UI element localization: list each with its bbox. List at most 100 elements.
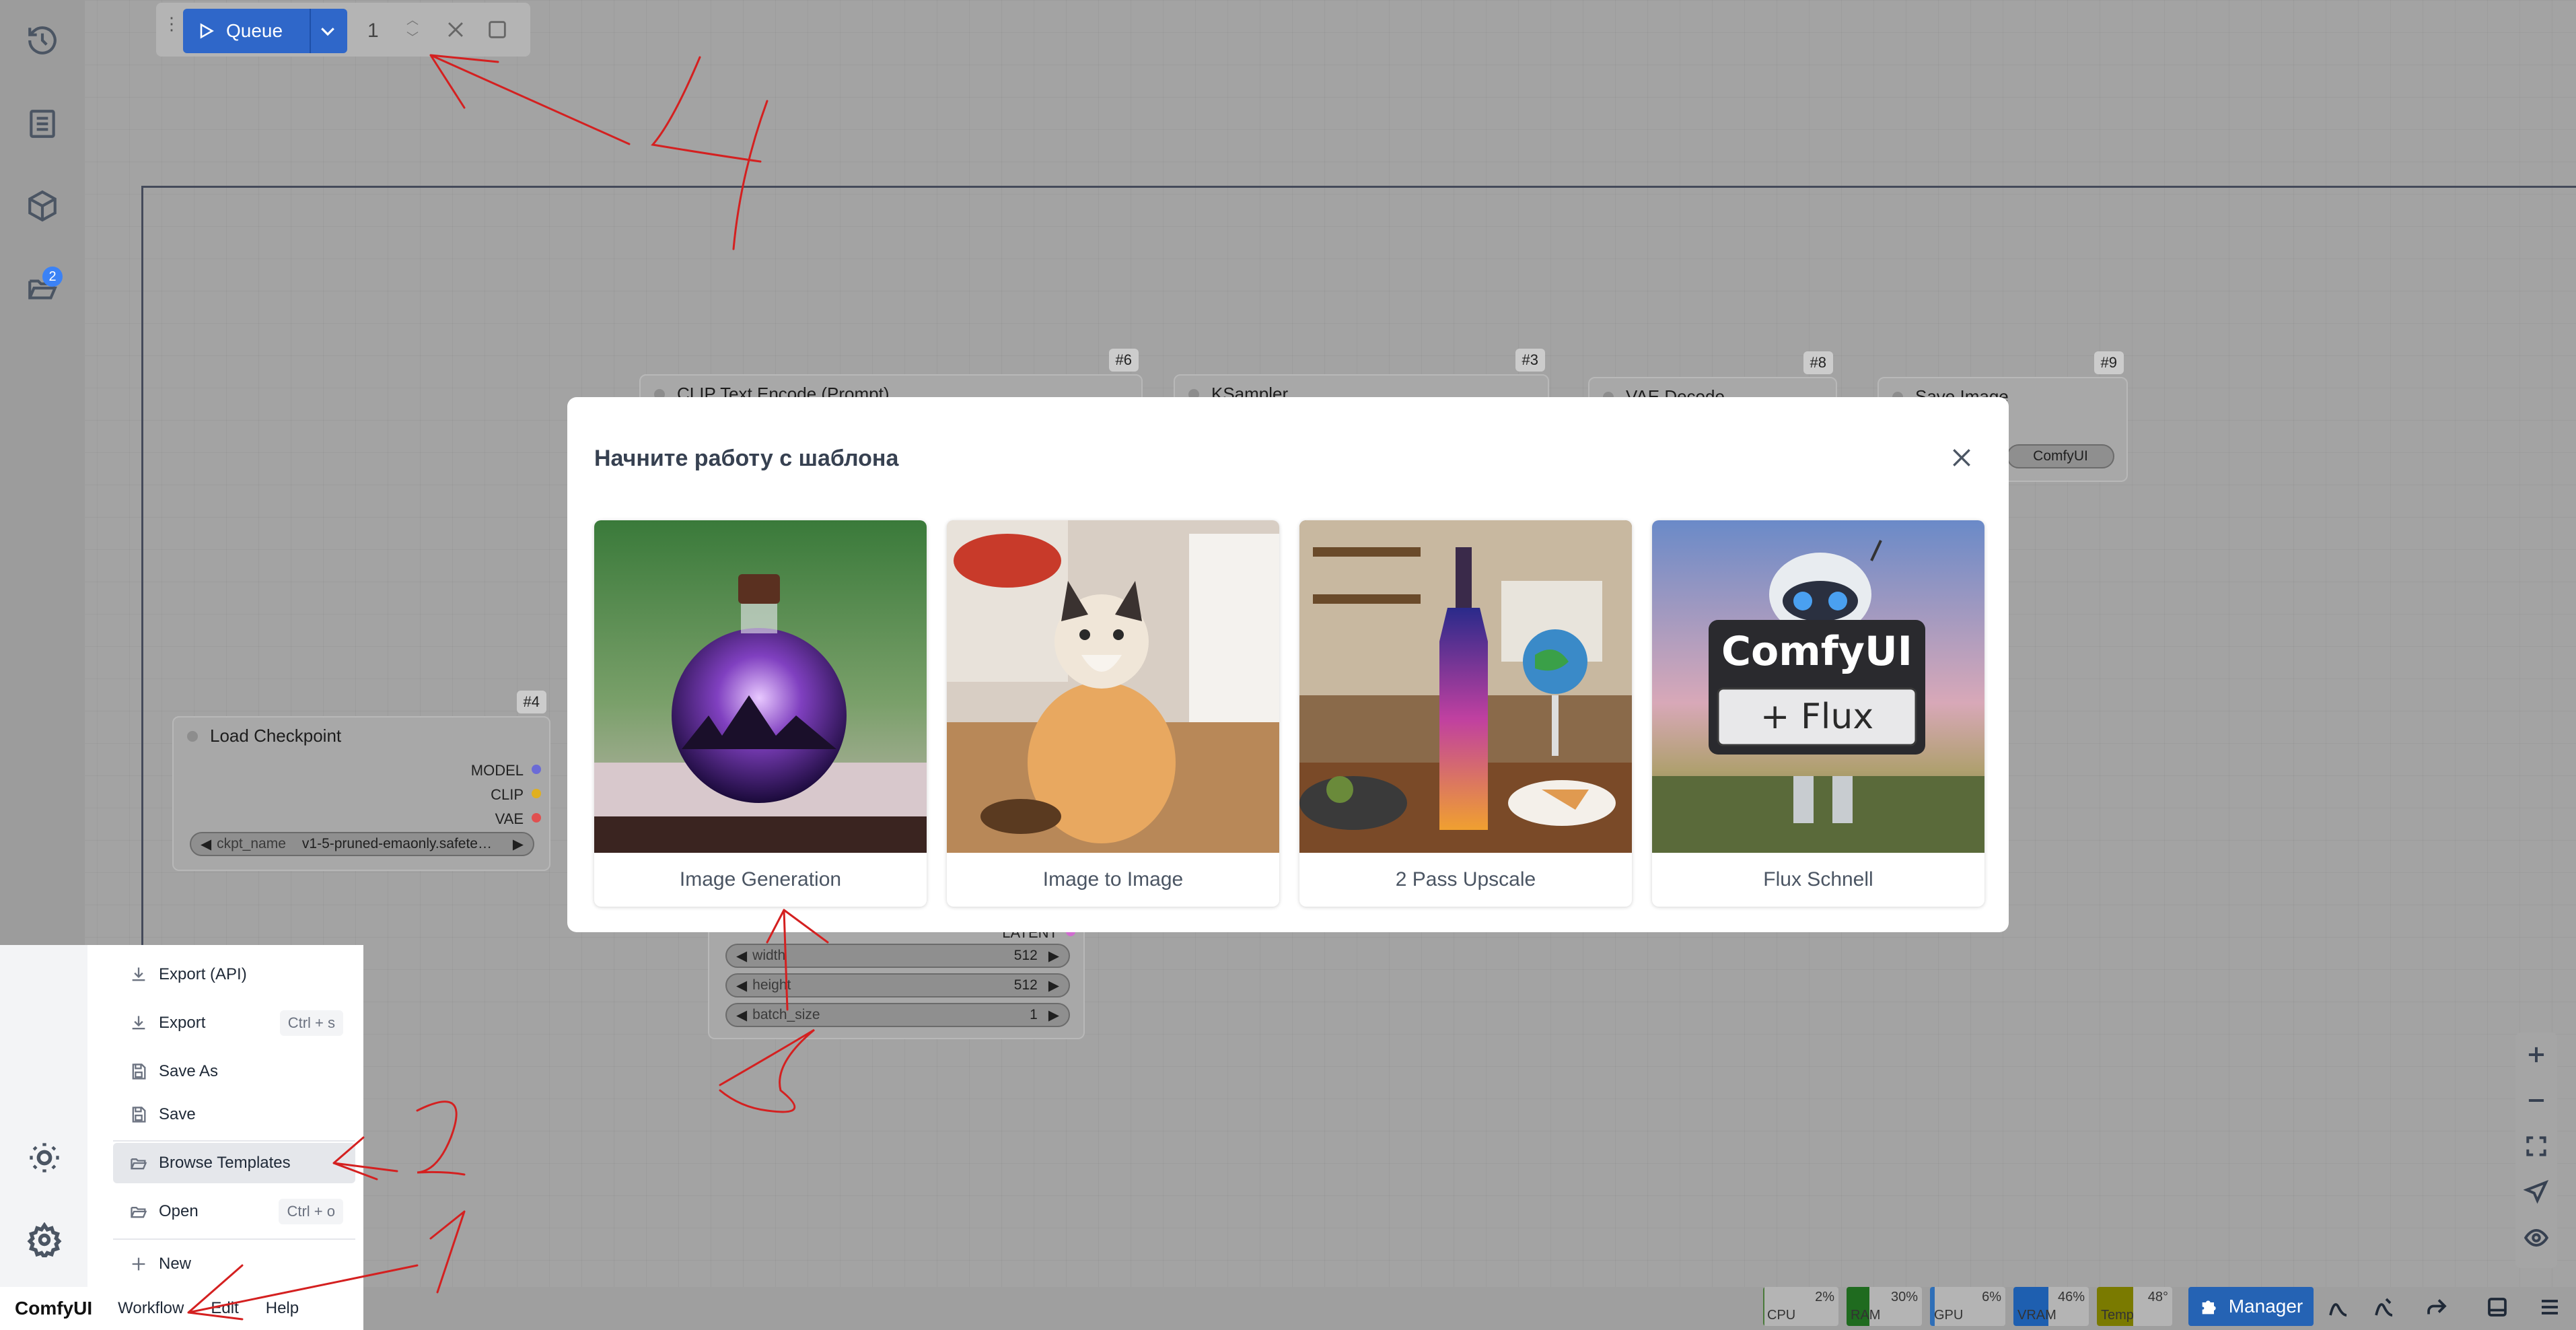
manager-button[interactable]: Manager xyxy=(2188,1287,2314,1326)
widget-value: 512 xyxy=(1013,948,1038,963)
history-icon xyxy=(28,26,57,55)
close-icon[interactable] xyxy=(1948,444,1975,471)
template-label: Image Generation xyxy=(679,868,842,890)
widget-arrow-right[interactable]: ▶ xyxy=(1048,1007,1059,1024)
folder-open-icon xyxy=(131,1158,147,1170)
queue-button[interactable]: Queue xyxy=(183,9,347,53)
menu-item-browse-templates[interactable]: Browse Templates xyxy=(113,1143,355,1183)
model-tool-button-2[interactable] xyxy=(2365,1288,2404,1326)
panel-icon xyxy=(2488,1298,2507,1317)
ram-label: RAM xyxy=(1851,1308,1881,1323)
queue-toolbar: ⋮ Queue 1 ︿ ﹀ xyxy=(156,3,530,57)
stop-icon[interactable] xyxy=(486,18,509,41)
app-logo: ComfyUI xyxy=(15,1298,93,1319)
width-widget[interactable]: ◀ width 512 ▶ xyxy=(725,944,1070,968)
select-mode-button[interactable] xyxy=(2523,1179,2549,1205)
toggle-links-button[interactable] xyxy=(2524,1225,2549,1251)
output-vae-dot[interactable] xyxy=(532,813,541,823)
menu-item-new[interactable]: New xyxy=(113,1244,355,1284)
template-card-flux-schnell[interactable]: ComfyUI + Flux Flux Schnell xyxy=(1652,520,1984,907)
widget-arrow-left[interactable]: ◀ xyxy=(736,977,747,994)
gpu-label: GPU xyxy=(1934,1308,1964,1323)
download-icon xyxy=(132,967,145,981)
model-tool-button[interactable] xyxy=(2319,1288,2358,1326)
gpu-monitor: GPU 6% xyxy=(1930,1287,2005,1326)
widget-arrow-right[interactable]: ▶ xyxy=(1048,977,1059,994)
fit-icon xyxy=(2526,1136,2546,1156)
widget-arrow-right[interactable]: ▶ xyxy=(513,836,524,853)
curve-icon xyxy=(2375,1298,2393,1317)
workflows-button[interactable]: 2 xyxy=(18,264,67,312)
zoom-in-button[interactable] xyxy=(2524,1042,2549,1068)
widget-label: batch_size xyxy=(752,1007,820,1022)
dialog-title: Начните работу с шаблона xyxy=(594,446,899,471)
menu-item-export[interactable]: Export Ctrl + s xyxy=(113,1003,355,1043)
menu-item-label: Open xyxy=(159,1202,199,1220)
widget-label: width xyxy=(752,948,786,963)
eye-icon xyxy=(2524,1228,2549,1247)
settings-button[interactable] xyxy=(27,1222,67,1263)
node-title-text: Load Checkpoint xyxy=(210,726,342,746)
menu-help[interactable]: Help xyxy=(266,1299,299,1318)
height-widget[interactable]: ◀ height 512 ▶ xyxy=(725,973,1070,998)
template-thumbnail xyxy=(1299,520,1632,853)
template-label: Image to Image xyxy=(1042,868,1184,890)
batch-count-input[interactable]: 1 ︿ ﹀ xyxy=(358,9,439,53)
node-load-checkpoint[interactable]: #4 Load Checkpoint MODEL CLIP VAE ◀ ckpt… xyxy=(172,691,550,871)
drag-handle[interactable]: ⋮ xyxy=(163,15,180,32)
fit-view-button[interactable] xyxy=(2524,1133,2549,1159)
cancel-icon[interactable] xyxy=(444,18,467,41)
template-card-image-to-image[interactable]: Image to Image xyxy=(947,520,1279,907)
node-library-button[interactable] xyxy=(18,100,67,148)
widget-value: 1 xyxy=(1030,1007,1038,1022)
model-library-button[interactable] xyxy=(18,182,67,230)
menu-item-save-as[interactable]: Save As xyxy=(113,1051,355,1092)
workflow-menu-panel: Export (API) Export Ctrl + s Save As Sav… xyxy=(0,945,363,1330)
theme-toggle-button[interactable] xyxy=(27,1140,67,1181)
widget-arrow-right[interactable]: ▶ xyxy=(1048,948,1059,965)
menu-item-open[interactable]: Open Ctrl + o xyxy=(113,1191,355,1232)
output-model-dot[interactable] xyxy=(532,765,541,774)
output-clip-dot[interactable] xyxy=(532,789,541,798)
menu-item-save[interactable]: Save xyxy=(113,1094,355,1135)
filename-prefix-widget[interactable]: ComfyUI xyxy=(2007,444,2114,468)
widget-arrow-left[interactable]: ◀ xyxy=(736,1007,747,1024)
widget-value: ComfyUI xyxy=(2033,448,2088,464)
temp-value: 48° xyxy=(2147,1290,2168,1304)
node-title: Load Checkpoint xyxy=(187,726,341,746)
minus-icon xyxy=(2528,1099,2544,1102)
toggle-bottom-panel-button[interactable] xyxy=(2478,1288,2517,1326)
curve-icon xyxy=(2329,1303,2347,1317)
menu-edit[interactable]: Edit xyxy=(211,1299,238,1318)
ckpt-name-widget[interactable]: ◀ ckpt_name v1-5-pruned-emaonly.safete… … xyxy=(190,832,534,856)
menu-item-export-api[interactable]: Export (API) xyxy=(113,954,355,995)
menu-item-label: Save xyxy=(159,1105,196,1123)
template-thumbnail xyxy=(947,520,1279,853)
widget-arrow-left[interactable]: ◀ xyxy=(736,948,747,965)
stepper-arrows[interactable]: ︿ ﹀ xyxy=(406,11,419,46)
queue-history-button[interactable] xyxy=(18,16,67,65)
sign-text-bottom: + Flux xyxy=(1760,697,1874,737)
menu-item-label: Save As xyxy=(159,1062,219,1080)
zoom-out-button[interactable] xyxy=(2524,1088,2549,1113)
node-id: #4 xyxy=(516,691,546,713)
download-icon xyxy=(132,1016,145,1030)
menu-workflow[interactable]: Workflow xyxy=(118,1299,184,1318)
canvas-controls xyxy=(2515,1032,2557,1268)
output-vae-label: VAE xyxy=(495,810,524,827)
chevron-down-icon[interactable] xyxy=(318,21,338,41)
plus-icon xyxy=(2528,1047,2544,1063)
batch-size-widget[interactable]: ◀ batch_size 1 ▶ xyxy=(725,1003,1070,1027)
menu-separator xyxy=(113,1238,355,1240)
widget-arrow-left[interactable]: ◀ xyxy=(201,836,211,853)
share-button[interactable] xyxy=(2417,1288,2456,1326)
hamburger-menu-button[interactable] xyxy=(2530,1288,2569,1326)
node-id: #6 xyxy=(1108,349,1139,372)
menu-item-label: Export (API) xyxy=(159,965,247,983)
template-dialog: Начните работу с шаблона Image Generatio… xyxy=(567,397,2009,932)
template-card-image-generation[interactable]: Image Generation xyxy=(594,520,927,907)
template-card-2-pass-upscale[interactable]: 2 Pass Upscale xyxy=(1299,520,1632,907)
cpu-fill xyxy=(1763,1287,1765,1326)
temp-monitor: Temp 48° xyxy=(2097,1287,2172,1326)
ram-value: 30% xyxy=(1890,1290,1918,1304)
